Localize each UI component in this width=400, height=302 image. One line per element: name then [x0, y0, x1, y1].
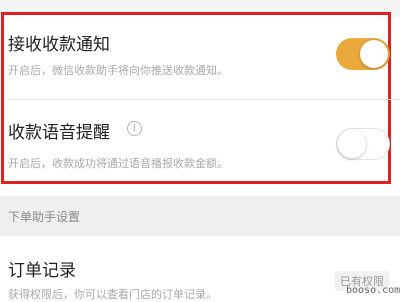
voice-reminder-row[interactable]: 收款语音提醒 i 开启后，收款成功将通过语音播报收款金额。	[0, 102, 400, 178]
section-title: 下单助手设置	[8, 210, 81, 224]
toggle-knob	[360, 40, 388, 68]
voice-reminder-description: 开启后，收款成功将通过语音播报收款金额。	[8, 157, 228, 170]
row-divider	[8, 99, 400, 100]
receive-notification-toggle[interactable]	[336, 38, 390, 70]
receive-notification-row[interactable]: 接收收款通知 开启后，微信收款助手将向你推送收款通知。	[0, 20, 400, 90]
receive-notification-title: 接收收款通知	[8, 35, 110, 55]
order-records-title: 订单记录	[8, 261, 76, 281]
toggle-knob	[338, 130, 366, 158]
watermark: booso.com	[346, 285, 400, 296]
voice-reminder-title: 收款语音提醒	[8, 123, 110, 143]
receive-notification-description: 开启后，微信收款助手将向你推送收款通知。	[8, 64, 228, 77]
voice-reminder-toggle[interactable]	[336, 128, 390, 160]
info-icon[interactable]: i	[127, 121, 142, 136]
order-assistant-section-header: 下单助手设置	[0, 196, 400, 236]
